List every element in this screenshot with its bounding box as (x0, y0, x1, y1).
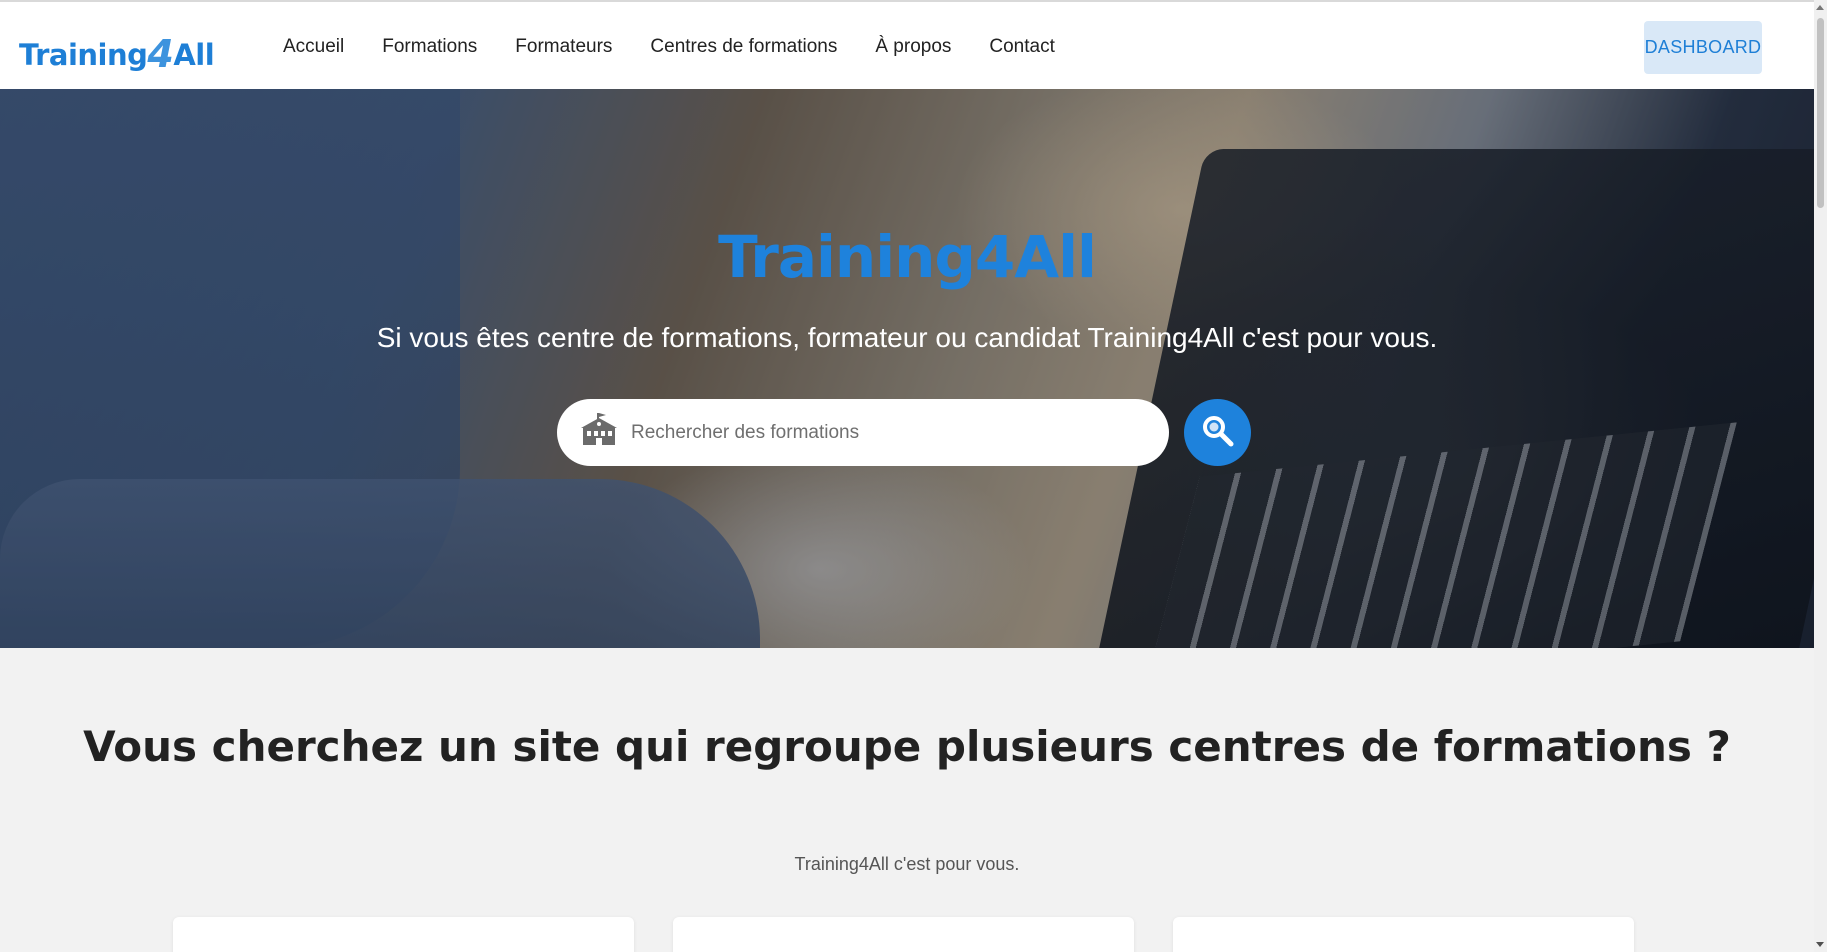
feature-card (673, 917, 1134, 952)
scroll-up-icon[interactable] (1816, 5, 1824, 10)
school-icon (579, 413, 619, 452)
hero-subtitle: Si vous êtes centre de formations, forma… (376, 322, 1438, 353)
nav-item-accueil[interactable]: Accueil (283, 36, 344, 58)
scrollbar-thumb[interactable] (1817, 18, 1824, 208)
search-button[interactable] (1184, 399, 1251, 466)
nav-item-centres[interactable]: Centres de formations (650, 36, 837, 58)
nav-item-contact[interactable]: Contact (989, 36, 1054, 58)
hero-overlay (0, 89, 1814, 648)
brand-number: 4 (147, 32, 174, 76)
scroll-down-icon[interactable] (1816, 942, 1824, 947)
hero-title: Training4All (718, 223, 1097, 291)
brand-suffix: All (173, 38, 215, 72)
nav-item-a-propos[interactable]: À propos (875, 36, 951, 58)
search-bar (557, 399, 1169, 466)
dashboard-button[interactable]: DASHBOARD (1644, 21, 1762, 74)
feature-card (173, 917, 634, 952)
section-title: Vous cherchez un site qui regroupe plusi… (83, 722, 1731, 771)
section-subtitle: Training4All c'est pour vous. (794, 854, 1020, 874)
page-scrollbar[interactable] (1814, 0, 1827, 952)
navbar: Training4All Accueil Formations Formateu… (0, 0, 1814, 89)
nav-links: Accueil Formations Formateurs Centres de… (283, 2, 1093, 91)
brand-logo[interactable]: Training4All (19, 30, 215, 76)
feature-card (1173, 917, 1634, 952)
brand-prefix: Training (19, 38, 148, 72)
search-icon (1201, 414, 1235, 451)
hero-banner: Training4All Si vous êtes centre de form… (0, 89, 1814, 648)
nav-item-formations[interactable]: Formations (382, 36, 477, 58)
search-input[interactable] (631, 399, 1131, 466)
nav-item-formateurs[interactable]: Formateurs (515, 36, 612, 58)
